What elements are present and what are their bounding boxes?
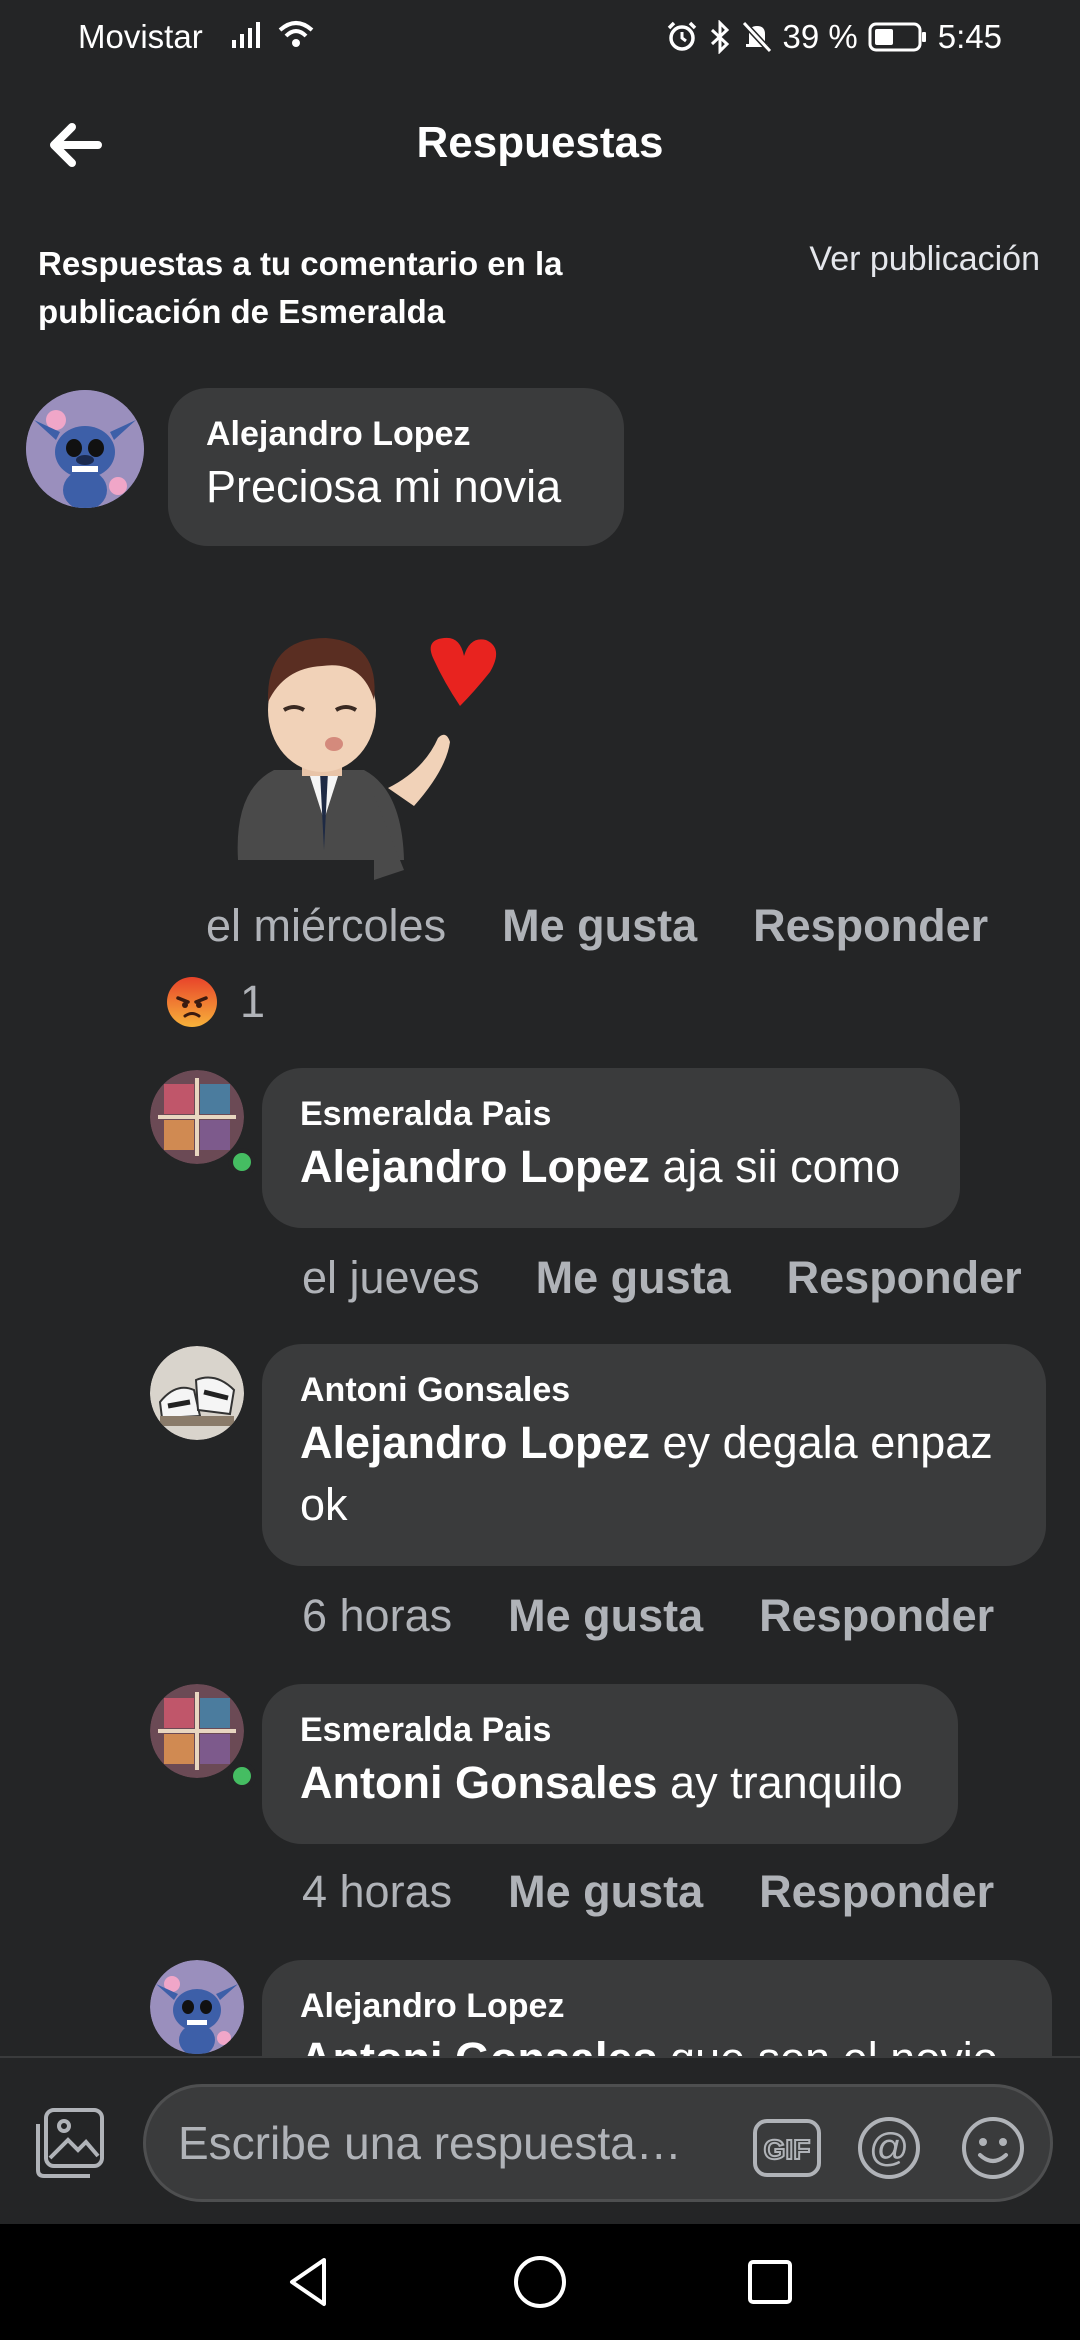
reply-button[interactable]: Responder [787,1252,1022,1304]
triangle-back-icon [290,2258,326,2306]
nav-home-button[interactable] [510,2252,570,2312]
comment-bubble[interactable]: Alejandro Lopez Preciosa mi novia [168,388,624,546]
clock: 5:45 [937,18,1002,55]
status-right: 39 % 5:45 [665,18,1002,56]
reply-time: el jueves [302,1252,480,1303]
smiley-face-icon [962,2117,1024,2179]
reply-button[interactable]: Responder [759,1866,994,1918]
reply-author[interactable]: Alejandro Lopez [300,1984,1014,2028]
reply-bubble[interactable]: Antoni Gonsales Alejandro Lopez ey degal… [262,1344,1046,1566]
reply-time: 4 horas [302,1866,453,1917]
mention-link[interactable]: Antoni Gonsales [300,1757,658,1808]
reply-author[interactable]: Esmeralda Pais [300,1708,920,1752]
comment-time: el miércoles [206,900,447,951]
reply-author[interactable]: Esmeralda Pais [300,1092,922,1136]
reaction-summary[interactable]: 1 [166,976,265,1028]
bluetooth-icon [710,20,729,54]
like-button[interactable]: Me gusta [508,1866,703,1918]
system-nav-bar [0,2224,1080,2340]
view-post-link[interactable]: Ver publicación [809,240,1040,279]
status-bar: Movistar 39 % 5:45 [0,0,1080,76]
header: Respuestas [0,100,1080,190]
reply-actions: 6 horas Me gusta Responder [302,1590,994,1642]
online-status-indicator [228,1762,256,1790]
reply-input-container: GIF @ [143,2084,1053,2202]
reply-actions: 4 horas Me gusta Responder [302,1866,994,1918]
like-button[interactable]: Me gusta [536,1252,731,1304]
svg-text:@: @ [869,2126,910,2170]
avatar-blowing-kiss-sticker [237,637,497,880]
comment-text: Preciosa mi novia [206,461,562,512]
page-title: Respuestas [416,118,664,167]
mention-link[interactable]: Alejandro Lopez [300,1417,650,1468]
reply-time: 6 horas [302,1590,453,1641]
context-description: Respuestas a tu comentario en la publica… [38,245,563,330]
like-button[interactable]: Me gusta [502,900,697,952]
at-sign-icon: @ [858,2117,920,2179]
avatar[interactable] [150,1070,244,1164]
reply-input[interactable] [178,2105,738,2181]
gif-button[interactable]: GIF [752,2115,821,2181]
reply-text: Antoni Gonsales ay tranquilo [300,1757,903,1808]
online-status-indicator [228,1148,256,1176]
square-recents-icon [748,2260,792,2304]
reaction-count: 1 [240,976,266,1027]
reply-bubble[interactable]: Esmeralda Pais Alejandro Lopez aja sii c… [262,1068,960,1228]
circle-home-icon [514,2256,566,2308]
reply-author[interactable]: Antoni Gonsales [300,1368,1008,1412]
photo-gallery-icon [36,2108,104,2178]
avatar[interactable] [26,390,144,508]
signal-icon [232,22,260,48]
angry-face-icon [167,977,217,1027]
emoji-button[interactable] [960,2115,1026,2181]
gif-label: GIF [764,2134,811,2165]
nav-recents-button[interactable] [740,2252,800,2312]
battery-icon [868,22,926,52]
avatar[interactable] [150,1960,244,2054]
reply-button[interactable]: Responder [759,1590,994,1642]
battery-percent: 39 % [782,18,858,55]
screen: Movistar 39 % 5:45 Respuestas Respuestas… [0,0,1080,2340]
carrier-name: Movistar [78,18,203,55]
reply-text: Alejandro Lopez ey degala enpaz ok [300,1417,993,1530]
reply-composer: GIF @ [0,2056,1080,2224]
alarm-icon [667,21,696,51]
like-button[interactable]: Me gusta [508,1590,703,1642]
avatar[interactable] [150,1684,244,1778]
nav-back-button[interactable] [280,2252,340,2312]
photo-button[interactable] [32,2106,108,2182]
mention-link[interactable]: Alejandro Lopez [300,1141,650,1192]
reply-text: Alejandro Lopez aja sii como [300,1141,901,1192]
reply-button[interactable]: Responder [753,900,988,952]
mention-button[interactable]: @ [856,2115,922,2181]
reply-actions: el jueves Me gusta Responder [302,1252,1022,1304]
silent-bell-icon [741,20,772,54]
comment-actions: el miércoles Me gusta Responder [206,900,988,952]
reply-bubble[interactable]: Esmeralda Pais Antoni Gonsales ay tranqu… [262,1684,958,1844]
avatar[interactable] [150,1346,244,1440]
wifi-icon [278,21,314,47]
comment-author[interactable]: Alejandro Lopez [206,412,586,456]
